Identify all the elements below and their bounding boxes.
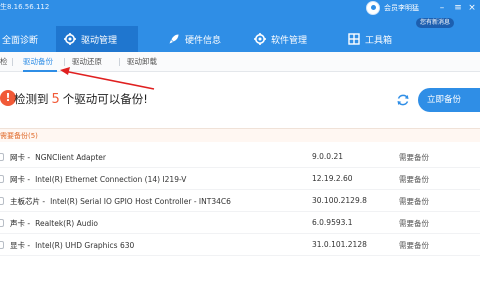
user-name[interactable]: 会员李明猛: [384, 3, 419, 13]
driver-status: 需要备份: [399, 197, 429, 206]
driver-version: 9.0.0.21: [312, 152, 344, 161]
row-divider: [0, 233, 480, 234]
driver-name-cell: 主板芯片 - Intel(R) Serial IO GPIO Host Contr…: [10, 196, 231, 207]
backup-now-button[interactable]: 立即备份: [418, 88, 480, 112]
top-header: 生8.16.56.112 会员李明猛 您有新消息 – ≡ × 全面诊断 驱动管理…: [0, 0, 480, 52]
row-checkbox[interactable]: [0, 153, 4, 161]
driver-name-cell: 显卡 - Intel(R) UHD Graphics 630: [10, 240, 134, 251]
subtab-divider: [12, 58, 13, 66]
driver-name: NGNClient Adapter: [35, 153, 106, 162]
close-icon[interactable]: ×: [466, 2, 478, 14]
app-version-title: 生8.16.56.112: [0, 3, 50, 11]
gear-icon: [254, 33, 266, 45]
active-subtab-underline: [23, 70, 57, 72]
driver-category: 声卡 -: [10, 219, 31, 228]
rocket-icon: [168, 33, 180, 45]
subtab-detect[interactable]: 检: [0, 56, 8, 67]
message-badge[interactable]: 您有新消息: [416, 18, 455, 28]
driver-name: Intel(R) Serial IO GPIO Host Controller …: [50, 197, 231, 206]
banner-suffix: 个驱动可以备份!: [62, 92, 148, 106]
row-divider: [0, 255, 480, 256]
tab-label: 工具箱: [365, 35, 393, 46]
tab-toolbox[interactable]: 工具箱: [340, 26, 410, 52]
tab-label: 软件管理: [271, 35, 308, 46]
banner-message: 检测到 5 个驱动可以备份!: [14, 91, 148, 107]
user-avatar-icon[interactable]: [366, 1, 380, 15]
driver-name: Realtek(R) Audio: [35, 219, 98, 228]
tab-software-management[interactable]: 软件管理: [246, 26, 318, 52]
driver-row[interactable]: 网卡 - NGNClient Adapter 9.0.0.21 需要备份: [0, 148, 480, 168]
tab-label: 硬件信息: [185, 35, 222, 46]
menu-icon[interactable]: ≡: [452, 2, 464, 14]
driver-version: 6.0.9593.1: [312, 218, 353, 227]
row-checkbox[interactable]: [0, 219, 4, 227]
driver-name: Intel(R) UHD Graphics 630: [35, 241, 135, 250]
driver-row[interactable]: 显卡 - Intel(R) UHD Graphics 630 31.0.101.2…: [0, 236, 480, 256]
tab-full-diagnosis[interactable]: 全面诊断: [0, 26, 52, 52]
gear-icon: [64, 33, 76, 45]
row-checkbox[interactable]: [0, 241, 4, 249]
subtab-driver-backup[interactable]: 驱动备份: [23, 56, 53, 67]
tab-hardware-info[interactable]: 硬件信息: [160, 26, 232, 52]
driver-version: 30.100.2129.8: [312, 196, 367, 205]
driver-category: 显卡 -: [10, 241, 31, 250]
driver-category: 网卡 -: [10, 175, 31, 184]
driver-row[interactable]: 声卡 - Realtek(R) Audio 6.0.9593.1 需要备份: [0, 214, 480, 234]
section-header: 需要备份(5): [0, 128, 480, 142]
driver-category: 主板芯片 -: [10, 197, 46, 206]
minimize-icon[interactable]: –: [436, 2, 448, 14]
driver-row[interactable]: 主板芯片 - Intel(R) Serial IO GPIO Host Contr…: [0, 192, 480, 212]
tab-label: 驱动管理: [81, 35, 118, 46]
section-label: 需要备份(5): [0, 132, 38, 140]
row-checkbox[interactable]: [0, 175, 4, 183]
tab-label: 全面诊断: [2, 35, 39, 46]
driver-name: Intel(R) Ethernet Connection (14) I219-V: [35, 175, 187, 184]
driver-status: 需要备份: [399, 219, 429, 228]
driver-name-cell: 网卡 - Intel(R) Ethernet Connection (14) I2…: [10, 174, 186, 185]
row-checkbox[interactable]: [0, 197, 4, 205]
banner-prefix: 检测到: [14, 92, 49, 106]
row-divider: [0, 189, 480, 190]
driver-row[interactable]: 网卡 - Intel(R) Ethernet Connection (14) I2…: [0, 170, 480, 190]
driver-version: 12.19.2.60: [312, 174, 353, 183]
driver-name-cell: 网卡 - NGNClient Adapter: [10, 152, 106, 163]
driver-name-cell: 声卡 - Realtek(R) Audio: [10, 218, 98, 229]
toolbox-icon: [348, 33, 360, 45]
row-divider: [0, 211, 480, 212]
driver-category: 网卡 -: [10, 153, 31, 162]
driver-status: 需要备份: [399, 241, 429, 250]
driver-count: 5: [51, 92, 60, 107]
driver-status: 需要备份: [399, 153, 429, 162]
driver-status: 需要备份: [399, 175, 429, 184]
tab-driver-management[interactable]: 驱动管理: [56, 26, 138, 52]
refresh-icon[interactable]: [396, 93, 410, 107]
row-divider: [0, 167, 480, 168]
driver-version: 31.0.101.2128: [312, 240, 367, 249]
